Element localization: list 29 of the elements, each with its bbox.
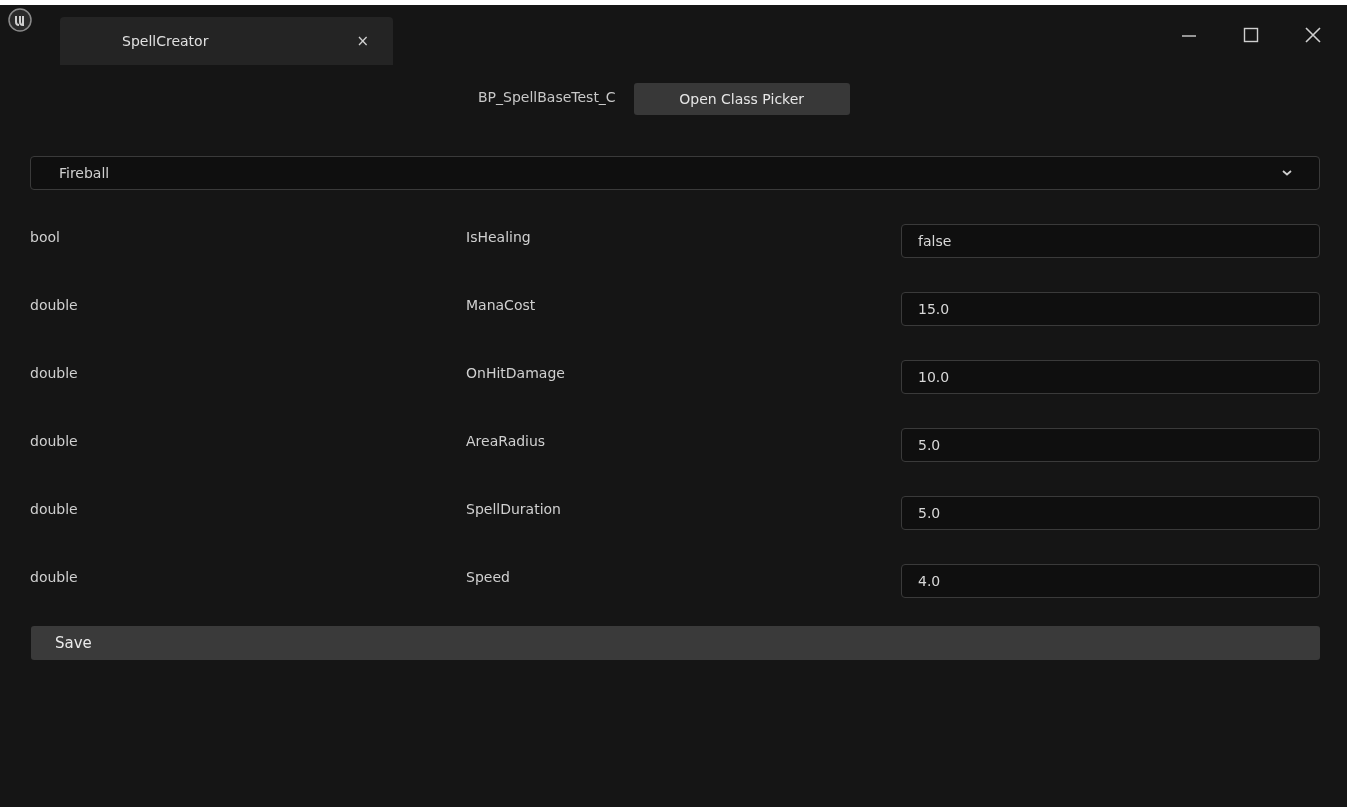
property-value-field[interactable]: 5.0 [901,496,1320,530]
property-value-field[interactable]: 15.0 [901,292,1320,326]
property-name: Speed [466,569,511,585]
property-type: double [29,365,79,381]
property-name: SpellDuration [466,501,562,517]
property-type: bool [29,229,61,245]
close-icon[interactable] [1305,27,1321,43]
property-name: ManaCost [466,297,537,313]
property-value-field[interactable]: false [901,224,1320,258]
property-value-field[interactable]: 4.0 [901,564,1320,598]
document-tab[interactable]: SpellCreator × [60,17,393,65]
property-value-field[interactable]: 5.0 [901,428,1320,462]
spell-dropdown[interactable]: Fireball [30,156,1320,190]
tab-title: SpellCreator [122,33,210,49]
save-button[interactable]: Save [31,626,1320,660]
property-value-field[interactable]: 10.0 [901,360,1320,394]
property-type: double [29,501,79,517]
property-name: OnHitDamage [466,365,566,381]
tab-close-button[interactable]: × [356,32,369,50]
chevron-down-icon [1281,169,1293,177]
class-name: BP_SpellBaseTest_C [478,89,616,105]
property-type: double [29,569,79,585]
property-type: double [29,433,79,449]
property-type: double [29,297,79,313]
property-name: AreaRadius [466,433,547,449]
maximize-icon[interactable] [1243,27,1259,43]
open-class-picker-button[interactable]: Open Class Picker [633,83,850,115]
logo-icon [8,8,32,32]
property-name: IsHealing [466,229,532,245]
